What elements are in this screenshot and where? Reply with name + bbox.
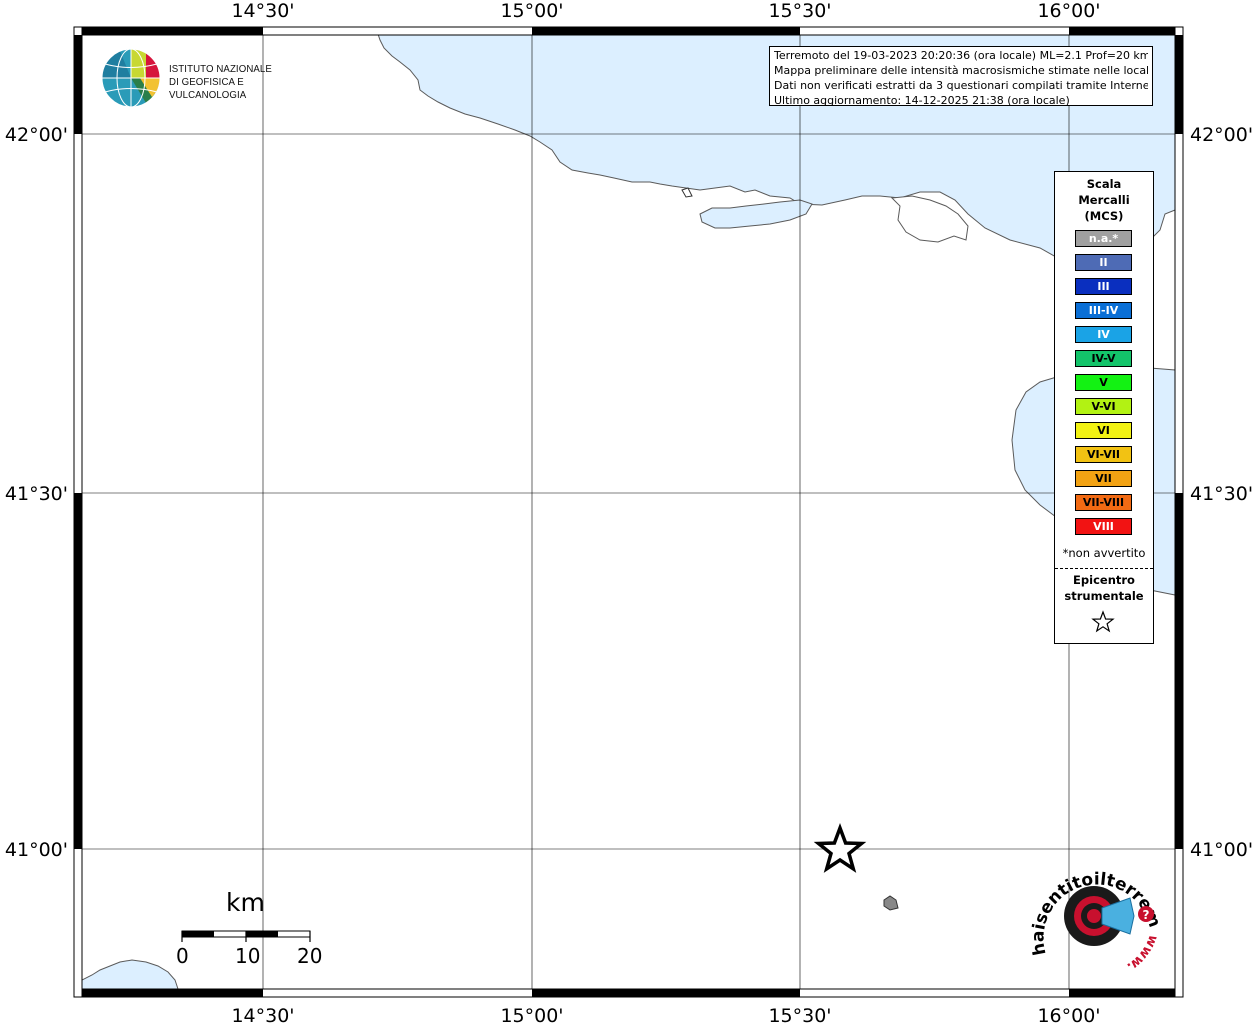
legend-title: Scala Mercalli (MCS)	[1055, 176, 1153, 224]
lat-label: 41°30'	[5, 483, 68, 505]
lat-labels-right: 42°00' 41°30' 41°00'	[1190, 124, 1253, 861]
legend-swatch: II	[1075, 254, 1132, 271]
lon-label: 16°00'	[1037, 1005, 1100, 1024]
event-info-line: Terremoto del 19-03-2023 20:20:36 (ora l…	[774, 49, 1148, 62]
legend-swatch: VII-VIII	[1075, 494, 1132, 511]
legend-epi-line: Epicentro	[1073, 573, 1135, 587]
lat-label: 42°00'	[1190, 124, 1253, 146]
legend-swatch: VII	[1075, 470, 1132, 487]
ingv-name-line2: DI GEOFISICA E VULCANOLOGIA	[169, 76, 247, 101]
legend-title-line: Mercalli	[1078, 193, 1130, 207]
event-info-box: Terremoto del 19-03-2023 20:20:36 (ora l…	[769, 46, 1153, 107]
legend-swatch: III-IV	[1075, 302, 1132, 319]
lon-label: 14°30'	[231, 0, 294, 22]
legend-separator	[1055, 568, 1153, 569]
legend-epi-line: strumentale	[1064, 589, 1144, 603]
legend-epicenter-label: Epicentro strumentale	[1055, 572, 1153, 604]
ingv-name-line1: ISTITUTO NAZIONALE	[169, 63, 272, 75]
scale-label: 20	[297, 944, 323, 968]
hst-logo: haisentitoilterremoto.it www. ?	[1028, 864, 1163, 974]
legend-star-icon	[1091, 610, 1115, 633]
lat-label: 41°00'	[1190, 839, 1253, 861]
legend-swatch: VIII	[1075, 518, 1132, 535]
legend-note: *non avvertito	[1062, 546, 1146, 560]
legend-swatch: V	[1075, 374, 1132, 391]
lat-label: 42°00'	[5, 124, 68, 146]
intensity-legend: Scala Mercalli (MCS) n.a.* II III III-IV IV I…	[1054, 171, 1154, 644]
lon-label: 15°30'	[768, 0, 831, 22]
scale-label: 10	[235, 944, 261, 968]
ingv-logo: ISTITUTO NAZIONALE DI GEOFISICA E VULCAN…	[100, 47, 330, 109]
legend-title-line: Scala	[1086, 177, 1122, 191]
lat-label: 41°30'	[1190, 483, 1253, 505]
event-info-line: Dati non verificati estratti da 3 questi…	[774, 79, 1148, 92]
legend-swatch: V-VI	[1075, 398, 1132, 415]
legend-swatch: III	[1075, 278, 1132, 295]
lon-label: 15°30'	[768, 1005, 831, 1024]
lon-label: 14°30'	[231, 1005, 294, 1024]
lon-labels-bottom: 14°30' 15°00' 15°30' 16°00'	[231, 1005, 1100, 1024]
legend-swatch: n.a.*	[1075, 230, 1132, 247]
legend-swatch: VI	[1075, 422, 1132, 439]
event-info-line: Mappa preliminare delle intensità macros…	[774, 64, 1148, 77]
lat-labels-left: 42°00' 41°30' 41°00'	[5, 124, 68, 861]
lon-label: 16°00'	[1037, 0, 1100, 22]
lon-label: 15°00'	[500, 0, 563, 22]
lat-label: 41°00'	[5, 839, 68, 861]
ingv-globe-icon	[101, 48, 161, 108]
scale-unit: km	[226, 888, 265, 917]
scale-label: 0	[176, 944, 189, 968]
lon-label: 15°00'	[500, 1005, 563, 1024]
event-info-line: Ultimo aggiornamento: 14-12-2025 21:38 (…	[774, 94, 1070, 107]
hst-prefix: www.	[1124, 933, 1161, 974]
legend-swatch: VI-VII	[1075, 446, 1132, 463]
lon-labels-top: 14°30' 15°00' 15°30' 16°00'	[231, 0, 1100, 22]
legend-swatch: IV	[1075, 326, 1132, 343]
legend-title-line: (MCS)	[1084, 209, 1124, 223]
svg-text:?: ?	[1143, 908, 1150, 922]
legend-swatch: IV-V	[1075, 350, 1132, 367]
